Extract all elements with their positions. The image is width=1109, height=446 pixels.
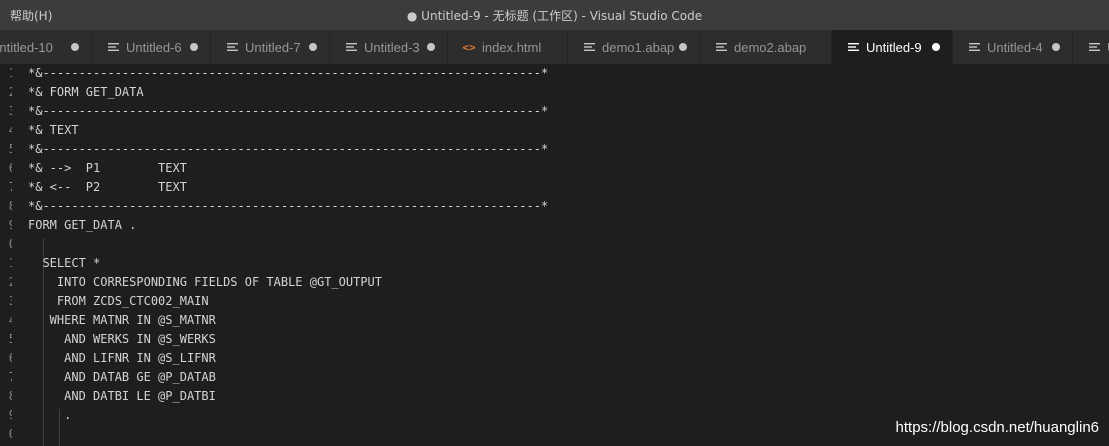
code-text: SELECT *: [28, 256, 101, 270]
tab-untitled-10[interactable]: Untitled-10: [0, 30, 92, 64]
line-number: 9: [0, 216, 12, 235]
code-line[interactable]: 0: [0, 235, 1109, 254]
code-line[interactable]: 1 SELECT *: [0, 254, 1109, 273]
code-line[interactable]: 3 *&-------------------------------------…: [0, 102, 1109, 121]
unsaved-dot-icon[interactable]: [71, 43, 79, 51]
tab-untitled-4[interactable]: Untitled-4: [953, 30, 1073, 64]
tab-label: Untitled-3: [364, 39, 420, 55]
file-lines-icon: [582, 42, 596, 52]
unsaved-dot-icon[interactable]: [1052, 43, 1060, 51]
tab-label: Untitled-7: [245, 39, 301, 55]
code-text: INTO CORRESPONDING FIELDS OF TABLE @GT_O…: [28, 275, 383, 289]
code-text: *& <-- P2 TEXT: [28, 180, 187, 194]
file-lines-icon: [344, 42, 358, 52]
line-number: 4: [0, 311, 12, 330]
watermark-text: https://blog.csdn.net/huanglin6: [895, 419, 1099, 436]
line-number: 5: [0, 140, 12, 159]
code-line[interactable]: 8 *&-------------------------------------…: [0, 197, 1109, 216]
line-number: 4: [0, 121, 12, 140]
tab-label: demo1.abap: [602, 39, 675, 55]
unsaved-dot-icon[interactable]: [932, 43, 940, 51]
code-line[interactable]: 7 AND DATAB GE @P_DATAB: [0, 368, 1109, 387]
code-text: *& FORM GET_DATA: [28, 85, 144, 99]
unsaved-dot-icon[interactable]: [190, 43, 198, 51]
file-lines-icon: [967, 42, 981, 52]
unsaved-dot-icon[interactable]: [427, 43, 435, 51]
tab-label: Untitled-10: [0, 39, 53, 55]
code-line[interactable]: 6 AND LIFNR IN @S_LIFNR: [0, 349, 1109, 368]
code-text: FORM GET_DATA .: [28, 218, 137, 232]
code-text: *&--------------------------------------…: [28, 104, 549, 118]
tab-label: demo2.abap: [734, 39, 807, 55]
tab-label: index.html: [482, 39, 542, 55]
code-text: *& --> P1 TEXT: [28, 161, 187, 175]
tab-label: Untitled-6: [126, 39, 182, 55]
code-text: WHERE MATNR IN @S_MATNR: [28, 313, 216, 327]
code-text: AND DATAB GE @P_DATAB: [28, 370, 216, 384]
code-text: AND LIFNR IN @S_LIFNR: [28, 351, 216, 365]
code-text: *&--------------------------------------…: [28, 199, 549, 213]
file-lines-icon: [106, 42, 120, 52]
code-text: *&--------------------------------------…: [28, 66, 549, 80]
code-line[interactable]: 2 *& FORM GET_DATA: [0, 83, 1109, 102]
tab-bar: Untitled-10 Untitled-6 Untitled-7 Untitled-…: [0, 30, 1109, 64]
line-number: 6: [0, 349, 12, 368]
tab-index-html[interactable]: <> index.html: [448, 30, 568, 64]
code-line[interactable]: 2 INTO CORRESPONDING FIELDS OF TABLE @GT…: [0, 273, 1109, 292]
html-code-icon: <>: [462, 40, 476, 54]
line-number: 6: [0, 159, 12, 178]
code-line[interactable]: 4 *& TEXT: [0, 121, 1109, 140]
tab-u[interactable]: U: [1073, 30, 1109, 64]
line-number: 0: [0, 425, 12, 444]
code-line[interactable]: 9 FORM GET_DATA .: [0, 216, 1109, 235]
line-number: 8: [0, 387, 12, 406]
code-text: AND WERKS IN @S_WERKS: [28, 332, 216, 346]
line-number: 1: [0, 254, 12, 273]
tab-demo2-abap[interactable]: demo2.abap: [700, 30, 832, 64]
title-bar: 帮助(H) ● Untitled-9 - 无标题 (工作区) - Visual …: [0, 0, 1109, 30]
code-editor[interactable]: 1 *&-------------------------------------…: [0, 64, 1109, 446]
code-line[interactable]: 6 *& --> P1 TEXT: [0, 159, 1109, 178]
tab-label: Untitled-9: [866, 39, 922, 55]
line-number: 8: [0, 197, 12, 216]
file-lines-icon: [714, 42, 728, 52]
file-lines-icon: [846, 42, 860, 52]
line-number: 3: [0, 292, 12, 311]
code-line[interactable]: 3 FROM ZCDS_CTC002_MAIN: [0, 292, 1109, 311]
code-line[interactable]: 1 *&-------------------------------------…: [0, 64, 1109, 83]
tab-label: Untitled-4: [987, 39, 1043, 55]
code-text: *& TEXT: [28, 123, 79, 137]
code-line[interactable]: 4 WHERE MATNR IN @S_MATNR: [0, 311, 1109, 330]
code-text: *&--------------------------------------…: [28, 142, 549, 156]
tab-untitled-9[interactable]: Untitled-9: [832, 30, 953, 64]
line-number: 5: [0, 330, 12, 349]
tab-untitled-3[interactable]: Untitled-3: [330, 30, 448, 64]
tab-demo1-abap[interactable]: demo1.abap: [568, 30, 700, 64]
code-line[interactable]: 5 *&-------------------------------------…: [0, 140, 1109, 159]
code-text: AND DATBI LE @P_DATBI: [28, 389, 216, 403]
tab-untitled-6[interactable]: Untitled-6: [92, 30, 211, 64]
line-number: 0: [0, 235, 12, 254]
tab-untitled-7[interactable]: Untitled-7: [211, 30, 330, 64]
line-number: 1: [0, 64, 12, 83]
code-line[interactable]: 5 AND WERKS IN @S_WERKS: [0, 330, 1109, 349]
file-lines-icon: [1087, 42, 1101, 52]
unsaved-dot-icon[interactable]: [679, 43, 687, 51]
line-number: 7: [0, 368, 12, 387]
code-line[interactable]: 7 *& <-- P2 TEXT: [0, 178, 1109, 197]
code-line[interactable]: 8 AND DATBI LE @P_DATBI: [0, 387, 1109, 406]
line-number: 3: [0, 102, 12, 121]
line-number: 7: [0, 178, 12, 197]
line-number: 9: [0, 406, 12, 425]
window-title: ● Untitled-9 - 无标题 (工作区) - Visual Studio…: [406, 9, 703, 23]
line-number: 2: [0, 83, 12, 102]
file-lines-icon: [225, 42, 239, 52]
code-text: FROM ZCDS_CTC002_MAIN: [28, 294, 209, 308]
code-text: .: [28, 408, 72, 422]
unsaved-dot-icon[interactable]: [309, 43, 317, 51]
line-number: 2: [0, 273, 12, 292]
